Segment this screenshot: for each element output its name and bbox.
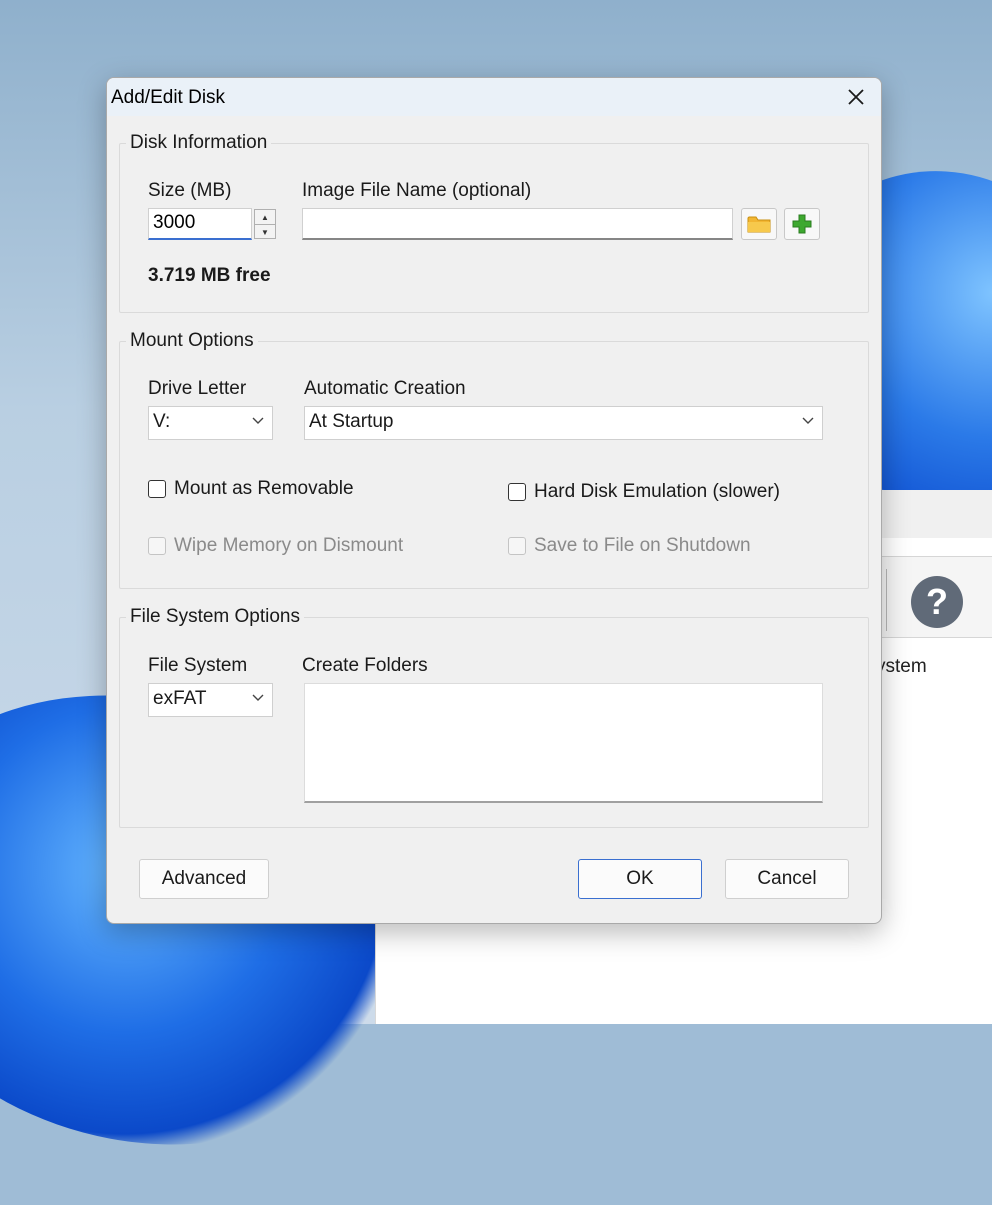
create-folders-label: Create Folders	[302, 655, 428, 676]
hdd-emulation-label: Hard Disk Emulation (slower)	[534, 481, 781, 502]
chevron-down-icon	[802, 417, 814, 424]
chevron-down-icon	[252, 694, 264, 701]
size-input[interactable]: 3000	[148, 208, 252, 240]
hdd-emulation-checkbox[interactable]: Hard Disk Emulation (slower)	[508, 481, 780, 503]
help-icon[interactable]: ?	[911, 576, 963, 628]
wipe-memory-checkbox: Wipe Memory on Dismount	[148, 535, 403, 557]
file-system-options-title: File System Options	[126, 606, 304, 628]
new-file-button[interactable]	[784, 208, 820, 240]
add-edit-disk-dialog: Add/Edit Disk Disk Information Size (MB)…	[106, 77, 882, 924]
drive-letter-label: Drive Letter	[148, 378, 247, 399]
save-to-file-checkbox: Save to File on Shutdown	[508, 535, 751, 557]
disk-information-group: Disk Information Size (MB) Image File Na…	[119, 132, 869, 313]
drive-letter-select[interactable]: V:	[148, 406, 273, 440]
file-system-label: File System	[148, 655, 248, 676]
cancel-button[interactable]: Cancel	[725, 859, 849, 899]
checkbox-box[interactable]	[508, 483, 526, 501]
disk-information-title: Disk Information	[126, 132, 272, 154]
size-spinner[interactable]: ▲ ▼	[254, 209, 276, 239]
toolbar-separator	[886, 569, 887, 631]
automatic-creation-label: Automatic Creation	[304, 378, 466, 399]
size-label: Size (MB)	[148, 180, 232, 201]
plus-icon	[792, 214, 812, 234]
advanced-button[interactable]: Advanced	[139, 859, 269, 899]
mount-removable-label: Mount as Removable	[174, 478, 354, 499]
folder-icon	[747, 216, 771, 233]
dialog-title: Add/Edit Disk	[111, 87, 226, 108]
create-folders-textarea[interactable]	[304, 683, 823, 803]
image-file-input[interactable]	[302, 208, 733, 240]
file-system-value: exFAT	[153, 688, 207, 709]
dialog-titlebar: Add/Edit Disk	[107, 78, 881, 116]
spin-up-icon[interactable]: ▲	[255, 210, 275, 225]
wipe-memory-label: Wipe Memory on Dismount	[174, 535, 404, 556]
mount-removable-checkbox[interactable]: Mount as Removable	[148, 478, 354, 500]
close-icon	[848, 89, 864, 105]
file-system-select[interactable]: exFAT	[148, 683, 273, 717]
mount-options-group: Mount Options Drive Letter Automatic Cre…	[119, 330, 869, 589]
chevron-down-icon	[252, 417, 264, 424]
save-to-file-label: Save to File on Shutdown	[534, 535, 751, 556]
browse-folder-button[interactable]	[741, 208, 777, 240]
checkbox-box	[148, 537, 166, 555]
close-button[interactable]	[841, 82, 871, 112]
ok-button[interactable]: OK	[578, 859, 702, 899]
background-window-label: ystem	[876, 656, 927, 677]
file-system-options-group: File System Options File System Create F…	[119, 606, 869, 828]
checkbox-box	[508, 537, 526, 555]
drive-letter-value: V:	[153, 411, 171, 432]
spin-down-icon[interactable]: ▼	[255, 225, 275, 239]
mount-options-title: Mount Options	[126, 330, 258, 352]
image-file-label: Image File Name (optional)	[302, 180, 532, 201]
free-space-text: 3.719 MB free	[148, 265, 271, 286]
automatic-creation-select[interactable]: At Startup	[304, 406, 823, 440]
automatic-creation-value: At Startup	[309, 411, 394, 432]
checkbox-box[interactable]	[148, 480, 166, 498]
